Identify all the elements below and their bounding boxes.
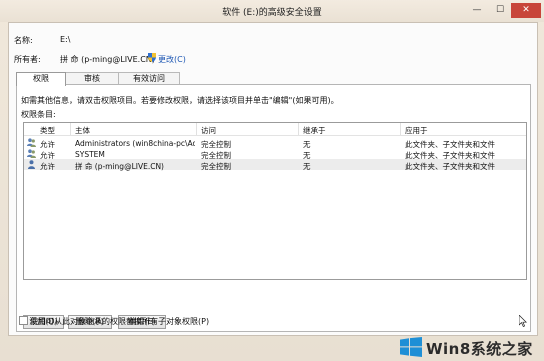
cell-applies-to: 此文件夹、子文件夹和文件 [405, 162, 495, 171]
mouse-cursor-icon [519, 315, 527, 327]
minimize-button[interactable]: — [465, 3, 489, 18]
column-header-inherited-from[interactable]: 继承于 [303, 125, 326, 136]
cell-inherited-from: 无 [303, 162, 311, 171]
cell-access: 完全控制 [201, 162, 231, 171]
replace-permissions-checkbox[interactable] [19, 316, 28, 325]
permissions-panel: 如需其他信息，请双击权限项目。若要修改权限，请选择该项目并单击"编辑"(如果可用… [16, 84, 531, 332]
close-button[interactable]: ✕ [511, 3, 541, 18]
title-bar[interactable]: 软件 (E:)的高级安全设置 — ☐ ✕ [0, 0, 544, 22]
replace-permissions-label[interactable]: 使用可从此对象继承的权限替换所有子对象权限(P) [30, 316, 209, 327]
group-icon [27, 149, 36, 158]
watermark-text: Win8系统之家 [426, 340, 533, 358]
column-header-access[interactable]: 访问 [201, 125, 216, 136]
dialog-window: 软件 (E:)的高级安全设置 — ☐ ✕ 名称: E:\ 所有者: 拼 命 (p… [0, 0, 544, 361]
hint-text: 如需其他信息，请双击权限项目。若要修改权限，请选择该项目并单击"编辑"(如果可用… [21, 96, 339, 105]
cell-principal: SYSTEM [75, 150, 105, 159]
cell-principal: 拼 命 (p-ming@LIVE.CN) [75, 162, 164, 171]
cell-principal: Administrators (win8china-pc\Adm... [75, 139, 195, 148]
change-owner-link[interactable]: 更改(C) [158, 54, 186, 65]
permission-entries-list[interactable]: 类型 主体 访问 继承于 应用于 允许 Administrators (win8… [23, 122, 527, 280]
table-row[interactable]: 允许 SYSTEM 完全控制 无 此文件夹、子文件夹和文件 [24, 148, 526, 160]
column-header-principal[interactable]: 主体 [75, 125, 90, 136]
owner-value: 拼 命 (p-ming@LIVE.CN) [60, 55, 155, 64]
window-title: 软件 (E:)的高级安全设置 [222, 8, 322, 18]
tab-permissions[interactable]: 权限 [16, 72, 66, 86]
table-row[interactable]: 允许 拼 命 (p-ming@LIVE.CN) 完全控制 无 此文件夹、子文件夹… [24, 159, 526, 171]
table-row[interactable]: 允许 Administrators (win8china-pc\Adm... 完… [24, 137, 526, 149]
maximize-button[interactable]: ☐ [489, 3, 511, 18]
list-header: 类型 主体 访问 继承于 应用于 [24, 123, 526, 136]
column-header-type[interactable]: 类型 [40, 125, 55, 136]
user-icon [28, 160, 35, 169]
shield-icon [148, 53, 156, 62]
dialog-body: 名称: E:\ 所有者: 拼 命 (p-ming@LIVE.CN) 更改(C) … [8, 22, 538, 336]
owner-label: 所有者: [14, 55, 41, 64]
name-value: E:\ [60, 35, 71, 44]
group-icon [27, 138, 36, 147]
column-header-applies-to[interactable]: 应用于 [405, 125, 428, 136]
cell-type: 允许 [40, 162, 55, 171]
windows-logo-icon [400, 337, 422, 357]
name-label: 名称: [14, 36, 33, 45]
entries-label: 权限条目: [21, 110, 56, 119]
watermark-logo: Win8系统之家 [396, 333, 544, 361]
